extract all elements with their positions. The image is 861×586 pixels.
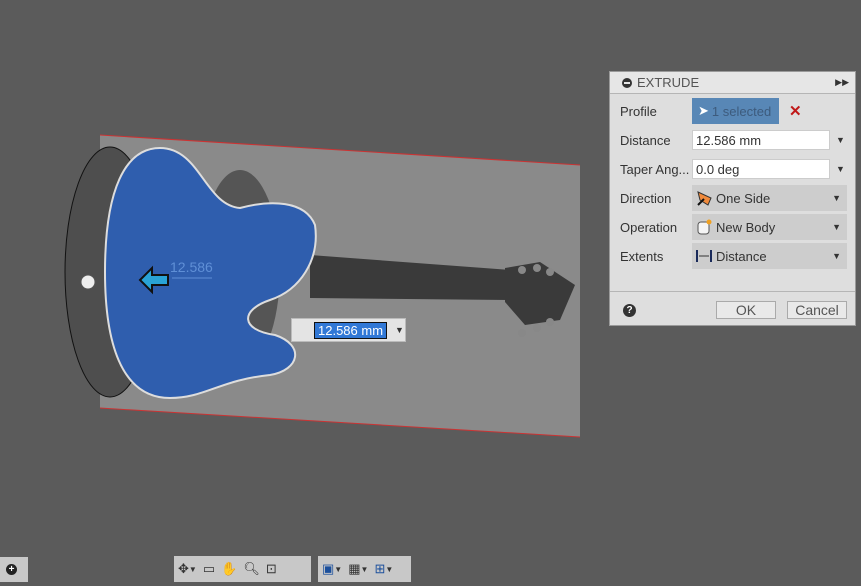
profile-value: 1 selected [711,103,772,119]
distance-label: Distance [620,132,671,148]
taper-angle-input[interactable]: 0.0 deg [692,159,830,179]
direction-value: One Side [716,190,771,206]
new-body-icon [695,218,713,236]
fit-icon[interactable]: ⊡ [266,561,277,577]
chevron-down-icon[interactable]: ▼ [836,135,845,145]
distance-input[interactable]: 12.586 mm [692,130,830,150]
pan-icon[interactable]: ✋ [221,561,237,577]
look-at-icon[interactable]: ▭ [203,561,215,577]
chevron-down-icon[interactable]: ▼ [836,164,845,174]
dialog-footer: ? OK Cancel [610,291,855,326]
cancel-button[interactable]: Cancel [787,301,847,319]
dialog-title: EXTRUDE [637,75,700,90]
extrude-dialog: EXTRUDE ▶▶ Profile ➤ 1 selected ✕ Distan… [609,71,856,326]
clear-selection-icon[interactable]: ✕ [789,102,802,120]
operation-select[interactable]: New Body ▼ [692,214,847,240]
help-icon[interactable]: ? [623,304,636,317]
operation-label: Operation [620,219,678,235]
expand-icon[interactable]: ▶▶ [835,77,849,88]
collapse-icon[interactable] [622,77,632,88]
cursor-icon: ➤ [698,103,709,118]
chevron-down-icon[interactable]: ▼ [395,325,404,335]
display-settings-icon[interactable]: ▣ ▼ [322,561,342,577]
extents-label: Extents [620,248,664,264]
profile-label: Profile [620,103,657,119]
taper-angle-label: Taper Ang... [620,161,690,177]
profile-select-button[interactable]: ➤ 1 selected [692,98,779,124]
ok-button[interactable]: OK [716,301,776,319]
one-side-icon [695,189,713,207]
browser-toggle[interactable]: + [0,557,28,582]
chevron-down-icon: ▼ [832,222,841,232]
zoom-icon[interactable]: 🔍︎ [243,561,260,577]
orbit-icon[interactable]: ✥ ▼ [178,561,197,577]
display-toolbar: ▣ ▼ ▦ ▼ ⊞ ▼ [318,556,411,582]
grid-icon[interactable]: ▦ ▼ [348,561,368,577]
plus-icon[interactable]: + [6,564,17,575]
extents-value: Distance [716,248,767,264]
dimension-label: 12.586 [170,259,213,275]
operation-value: New Body [716,219,776,235]
direction-label: Direction [620,190,672,206]
distance-manipulator-value[interactable]: 12.586 mm [314,321,388,339]
navigation-toolbar: ✥ ▼ ▭ ✋ 🔍︎ ⊡ [174,556,311,582]
chevron-down-icon: ▼ [832,251,841,261]
distance-manipulator-input[interactable]: 12.586 mm ▼ [291,318,406,342]
direction-select[interactable]: One Side ▼ [692,185,847,211]
distance-icon [695,247,713,265]
viewports-icon[interactable]: ⊞ ▼ [374,561,393,577]
dialog-header[interactable]: EXTRUDE ▶▶ [610,72,855,94]
chevron-down-icon: ▼ [832,193,841,203]
extents-select[interactable]: Distance ▼ [692,243,847,269]
